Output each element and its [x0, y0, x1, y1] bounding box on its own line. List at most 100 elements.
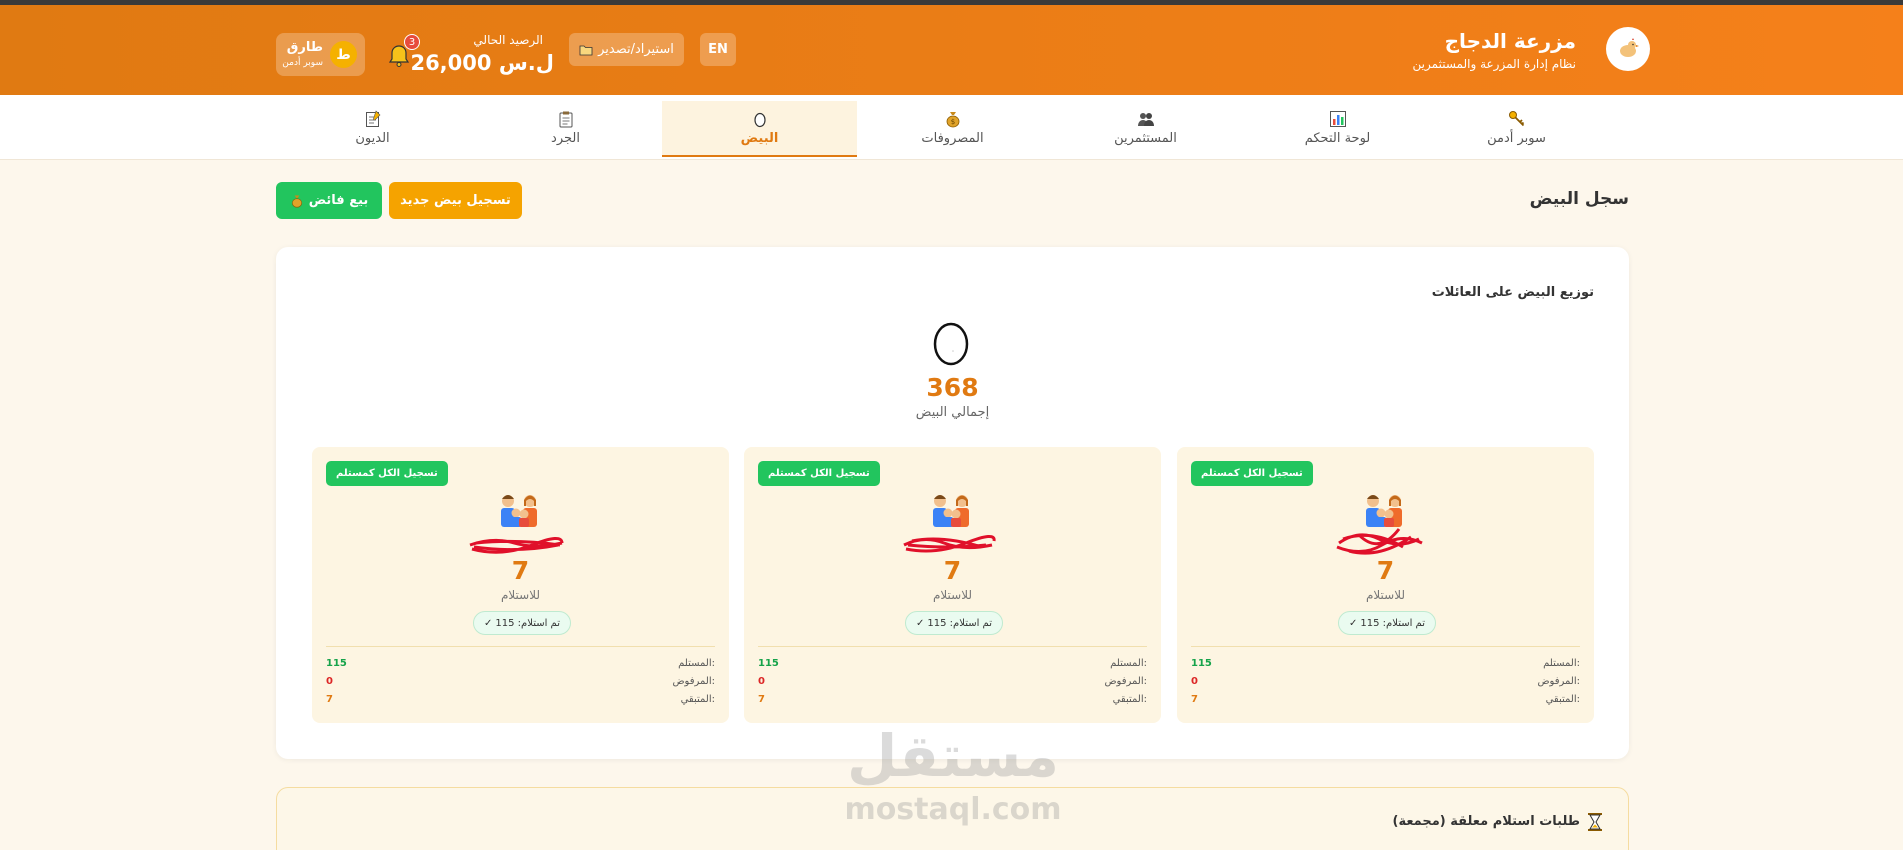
remaining-label: للاستلام — [932, 588, 973, 602]
stat-label: المتبقي: — [680, 694, 715, 705]
nav-item-super-admin[interactable]: سوبر أدمن — [1419, 101, 1614, 155]
stat-value: 115 — [1191, 658, 1212, 669]
stat-row-received: المستلم: 115 — [326, 658, 715, 674]
nav-item-label: سوبر أدمن — [1487, 131, 1546, 146]
stat-value: 0 — [1191, 676, 1198, 687]
surplus-sale-label: بيع فائض — [308, 193, 369, 208]
received-badge-text: تم استلام: 115 — [495, 617, 560, 629]
farm-logo — [1606, 27, 1650, 71]
stat-row-remaining: المتبقي: 7 — [758, 694, 1147, 710]
page-title: سجل البيض — [1529, 189, 1629, 209]
nav-item-debts[interactable]: الديون — [275, 101, 470, 155]
stat-label: المتبقي: — [1545, 694, 1580, 705]
stat-value: 7 — [1191, 694, 1198, 705]
check-icon: ✓ — [916, 617, 925, 629]
stat-value: 115 — [758, 658, 779, 669]
family-card: تسجيل الكل كمستلم 7 للاستلام ✓ تم استلام… — [1177, 447, 1594, 723]
nav-item-eggs[interactable]: البيض — [662, 101, 857, 157]
remaining-value: 7 — [511, 556, 530, 585]
divider — [326, 646, 715, 647]
nav-item-label: المستثمرين — [1114, 131, 1177, 146]
active-tab-indicator — [662, 155, 857, 157]
family-icon — [933, 495, 969, 527]
remaining-label: للاستلام — [1365, 588, 1406, 602]
received-badge: ✓ تم استلام: 115 — [905, 611, 1003, 635]
check-icon: ✓ — [484, 617, 493, 629]
distribution-title: توزيع البيض على العائلات — [1431, 285, 1594, 300]
received-badge-text: تم استلام: 115 — [927, 617, 992, 629]
stat-value: 115 — [326, 658, 347, 669]
import-export-label: استيراد/تصدير — [598, 42, 674, 57]
stat-value: 7 — [758, 694, 765, 705]
received-badge-text: تم استلام: 115 — [1360, 617, 1425, 629]
stat-label: المتبقي: — [1112, 694, 1147, 705]
stat-label: المرفوض: — [1104, 676, 1147, 687]
egg-icon — [753, 112, 766, 128]
import-export-button[interactable]: استيراد/تصدير — [569, 33, 684, 66]
check-icon: ✓ — [1349, 617, 1358, 629]
remaining-value: 7 — [1376, 556, 1395, 585]
svg-text:$: $ — [950, 118, 954, 126]
balance-label: الرصيد الحالي — [473, 33, 543, 47]
bar-chart-icon — [1329, 111, 1346, 127]
stat-label: المستلم: — [1110, 658, 1147, 669]
total-eggs-label: إجمالي البيض — [915, 405, 990, 420]
new-egg-record-button[interactable]: تسجيل بيض جديد — [389, 182, 522, 219]
register-all-received-button[interactable]: تسجيل الكل كمستلم — [326, 461, 448, 486]
stat-row-received: المستلم: 115 — [758, 658, 1147, 674]
stat-label: المستلم: — [1543, 658, 1580, 669]
user-role: سوبر أدمن — [282, 58, 323, 68]
app-header: مزرعة الدجاج نظام إدارة المزرعة والمستثم… — [0, 5, 1903, 95]
register-all-received-button[interactable]: تسجيل الكل كمستلم — [758, 461, 880, 486]
pending-receipts-panel: طلبات استلام معلقة (مجمعة) — [276, 787, 1629, 850]
main-navigation: سوبر أدمن لوحة التحكم المستثمرين $ المصر… — [0, 95, 1903, 160]
money-bag-icon — [291, 195, 302, 208]
people-icon — [1137, 113, 1154, 126]
surplus-sale-button[interactable]: بيع فائض — [276, 182, 382, 219]
nav-item-label: البيض — [740, 131, 779, 146]
total-eggs-value: 368 — [926, 373, 979, 402]
remaining-label: للاستلام — [500, 588, 541, 602]
hourglass-icon — [1588, 813, 1602, 831]
divider — [758, 646, 1147, 647]
avatar: ط — [330, 41, 357, 68]
stat-row-remaining: المتبقي: 7 — [1191, 694, 1580, 710]
register-all-received-button[interactable]: تسجيل الكل كمستلم — [1191, 461, 1313, 486]
pending-receipts-title: طلبات استلام معلقة (مجمعة) — [1392, 814, 1581, 829]
nav-item-label: الديون — [355, 131, 390, 146]
stat-label: المستلم: — [678, 658, 715, 669]
folder-icon — [579, 45, 593, 55]
notification-count-badge: 3 — [404, 34, 420, 50]
remaining-value: 7 — [943, 556, 962, 585]
nav-item-inventory[interactable]: الجرد — [468, 101, 663, 155]
brand-title: مزرعة الدجاج — [1444, 29, 1576, 53]
egg-icon — [933, 322, 969, 366]
money-bag-icon: $ — [946, 112, 959, 128]
stat-label: المرفوض: — [672, 676, 715, 687]
received-badge: ✓ تم استلام: 115 — [473, 611, 571, 635]
user-menu[interactable]: ط طارق سوبر أدمن — [276, 33, 365, 76]
family-card: تسجيل الكل كمستلم 7 للاستلام ✓ تم استلام… — [744, 447, 1161, 723]
chicken-logo-icon — [1620, 38, 1639, 57]
egg-distribution-panel: توزيع البيض على العائلات 368 إجمالي البي… — [276, 247, 1629, 759]
language-toggle-button[interactable]: EN — [700, 33, 736, 66]
family-icon — [501, 495, 537, 527]
stat-label: المرفوض: — [1537, 676, 1580, 687]
stat-value: 7 — [326, 694, 333, 705]
received-badge: ✓ تم استلام: 115 — [1338, 611, 1436, 635]
nav-item-investors[interactable]: المستثمرين — [1048, 101, 1243, 155]
stat-value: 0 — [758, 676, 765, 687]
clipboard-icon — [559, 111, 572, 128]
nav-item-dashboard[interactable]: لوحة التحكم — [1240, 101, 1435, 155]
stat-row-rejected: المرفوض: 0 — [758, 676, 1147, 692]
nav-item-expenses[interactable]: $ المصروفات — [855, 101, 1050, 155]
stat-row-remaining: المتبقي: 7 — [326, 694, 715, 710]
stat-row-rejected: المرفوض: 0 — [1191, 676, 1580, 692]
nav-item-label: المصروفات — [921, 131, 984, 146]
family-card: تسجيل الكل كمستلم 7 للاستلام ✓ تم استلام… — [312, 447, 729, 723]
nav-item-label: الجرد — [551, 131, 580, 146]
balance-value: 26,000 ل.س — [410, 51, 554, 75]
nav-item-label: لوحة التحكم — [1304, 131, 1371, 146]
brand-subtitle: نظام إدارة المزرعة والمستثمرين — [1412, 57, 1576, 71]
stat-row-rejected: المرفوض: 0 — [326, 676, 715, 692]
